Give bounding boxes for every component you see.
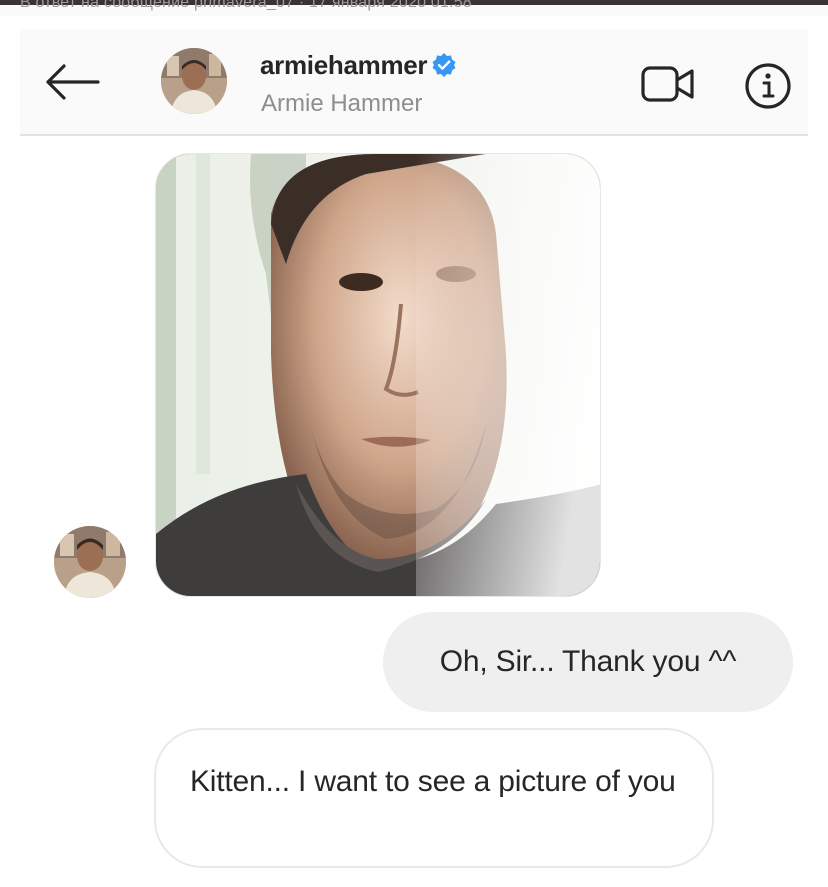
outgoing-message[interactable]: Oh, Sir... Thank you ^^: [383, 612, 793, 712]
full-name: Armie Hammer: [261, 90, 423, 117]
avatar-image: [54, 526, 126, 598]
sender-avatar[interactable]: [54, 526, 126, 598]
video-camera-icon: [641, 66, 694, 102]
chat-header: armiehammer Armie Hammer: [20, 30, 808, 136]
verified-badge-icon: [431, 52, 457, 78]
username: armiehammer: [260, 49, 428, 80]
dm-screen: В ответ на сообщение primavera_07 · 17 я…: [0, 0, 828, 887]
video-call-button[interactable]: [638, 62, 698, 106]
back-button[interactable]: [42, 60, 102, 104]
username-row[interactable]: armiehammer: [260, 48, 457, 82]
info-icon: [745, 63, 791, 109]
avatar-image: [161, 48, 227, 114]
top-caption-strip: В ответ на сообщение primavera_07 · 17 я…: [0, 0, 828, 16]
selfie-photo: [156, 154, 600, 596]
reply-caption: В ответ на сообщение primavera_07 · 17 я…: [20, 0, 472, 11]
profile-avatar[interactable]: [161, 48, 227, 114]
incoming-message[interactable]: Kitten... I want to see a picture of you: [154, 728, 714, 868]
arrow-left-icon: [46, 64, 100, 100]
info-button[interactable]: [742, 60, 794, 112]
shared-photo[interactable]: [155, 153, 601, 597]
